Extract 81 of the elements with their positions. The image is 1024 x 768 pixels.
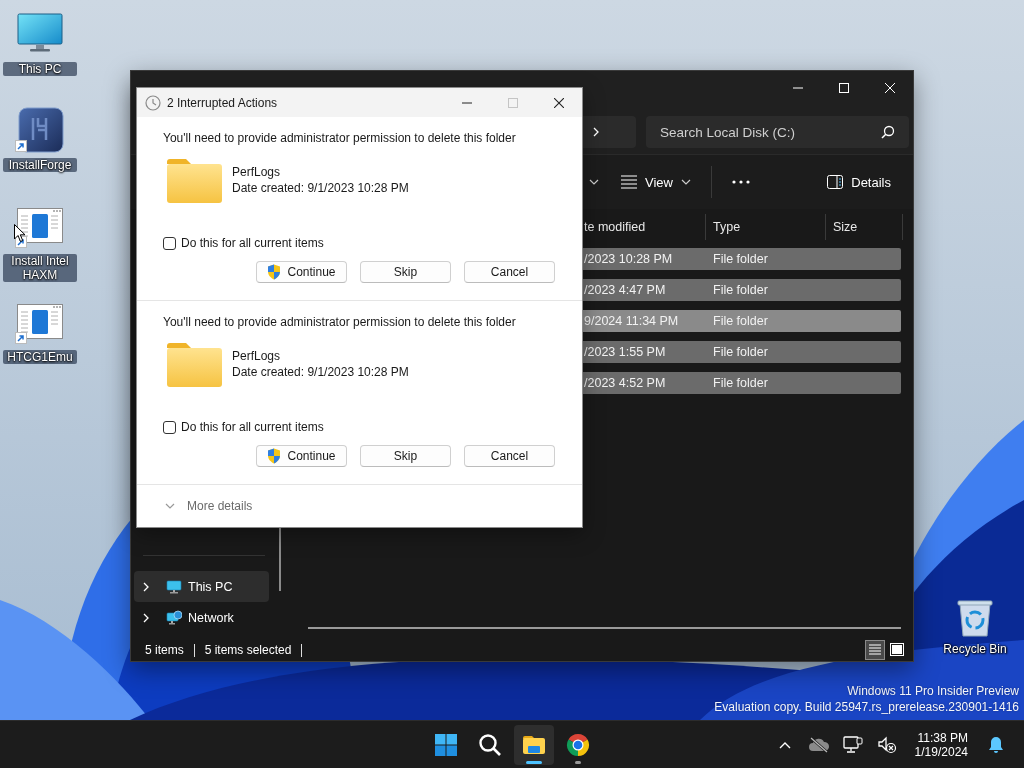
chevron-right-icon: [142, 612, 150, 623]
dialog-button[interactable]: Cancel: [464, 261, 555, 283]
network-icon: [166, 609, 182, 626]
search-icon: [478, 732, 502, 757]
checkbox-label[interactable]: Do this for all current items: [181, 236, 324, 250]
evaluation-notice: Windows 11 Pro Insider Preview: [847, 683, 1019, 699]
continue-button[interactable]: Continue: [256, 445, 347, 467]
table-cell-text: /2023 4:52 PM: [583, 375, 667, 392]
network-icon: [842, 735, 863, 754]
column-header[interactable]: Type: [706, 214, 826, 240]
status-text: 5 items: [145, 643, 184, 657]
pc-icon: [166, 578, 182, 595]
desktop-icon-label[interactable]: InstallForge: [3, 158, 77, 172]
table-cell-text: /2023 4:47 PM: [583, 282, 667, 299]
clock-button[interactable]: 11:38 PM 1/19/2024: [906, 730, 976, 759]
column-header[interactable]: Size: [826, 214, 903, 240]
folder-button[interactable]: [514, 724, 554, 765]
chevron-right-icon: [142, 581, 150, 592]
shield-icon: [267, 264, 282, 280]
table-cell-text: File folder: [712, 344, 769, 361]
search-icon: [881, 125, 895, 139]
desktop-icon-label[interactable]: Install Intel HAXM: [3, 254, 77, 282]
volume-muted-icon: [876, 735, 897, 754]
browser-icon: [566, 732, 590, 757]
folder-icon: [166, 158, 223, 204]
shield-icon: [267, 448, 282, 464]
details-pane-icon: [827, 175, 844, 189]
more-details-button[interactable]: More details: [165, 499, 253, 513]
table-cell-text: File folder: [712, 251, 769, 268]
folder-date: Date created: 9/1/2023 10:28 PM: [232, 180, 409, 196]
table-cell-text: /2023 1:55 PM: [583, 344, 667, 361]
table-cell-text: File folder: [712, 375, 769, 392]
checkbox[interactable]: [163, 420, 176, 434]
sidebar-label[interactable]: This PC: [188, 579, 233, 594]
chevron-down-icon: [589, 178, 599, 186]
desktop-icon-label[interactable]: Recycle Bin: [943, 642, 1007, 656]
close-icon: [554, 97, 564, 108]
dialog-message: You'll need to provide administrator permission to delete this folder: [163, 130, 517, 146]
table-cell-text: File folder: [712, 282, 769, 299]
table-cell-text: File folder: [712, 313, 769, 330]
start-icon: [434, 732, 458, 757]
chevron-up-icon: [778, 740, 791, 749]
recycle-bin-icon: [955, 598, 995, 638]
bell-icon: [988, 735, 1004, 754]
search-field[interactable]: Search Local Disk (C:): [646, 116, 909, 148]
app-icon[interactable]: [16, 106, 64, 154]
chevron-down-icon: [165, 502, 175, 510]
folder-name: PerfLogs: [232, 348, 282, 364]
dialog-title: 2 Interrupted Actions: [167, 95, 279, 110]
view-button[interactable]: View: [613, 168, 699, 196]
sidebar-item[interactable]: Network: [134, 602, 269, 633]
details-button[interactable]: Details: [819, 168, 899, 196]
checkbox-label[interactable]: Do this for all current items: [181, 420, 324, 434]
desktop-icon-label[interactable]: This PC: [3, 62, 77, 76]
sidebar-item[interactable]: This PC: [134, 571, 269, 602]
chevron-down-icon: [680, 178, 691, 186]
dialog-button[interactable]: Skip: [360, 261, 451, 283]
folder-icon: [166, 342, 223, 388]
chevron-right-icon: [592, 127, 600, 137]
desktop-icon-label[interactable]: HTCG1Emu: [3, 350, 77, 364]
maximize-icon: [839, 83, 849, 93]
horizontal-scrollbar[interactable]: [308, 627, 901, 629]
close-icon: [885, 83, 895, 93]
clock-icon: [145, 94, 161, 111]
list-icon: [621, 175, 637, 189]
folder-name: PerfLogs: [232, 164, 282, 180]
continue-button[interactable]: Continue: [256, 261, 347, 283]
cursor-icon: [14, 224, 26, 243]
tiles-view-icon: [888, 641, 906, 659]
sidebar-label[interactable]: Network: [188, 610, 234, 625]
dialog-button[interactable]: Cancel: [464, 445, 555, 467]
maximize-icon: [508, 97, 518, 108]
table-cell-text: /2023 10:28 PM: [583, 251, 674, 268]
more-icon: [731, 180, 750, 184]
dialog-button[interactable]: Skip: [360, 445, 451, 467]
status-text: 5 items selected: [204, 643, 292, 657]
checkbox[interactable]: [163, 236, 176, 250]
evaluation-notice: Evaluation copy. Build 25947.rs_prerelease.230901-1416: [714, 699, 1019, 715]
cloud-icon: [807, 736, 830, 753]
details-view-button[interactable]: [865, 640, 885, 660]
table-cell-text: 9/2024 11:34 PM: [583, 313, 680, 330]
